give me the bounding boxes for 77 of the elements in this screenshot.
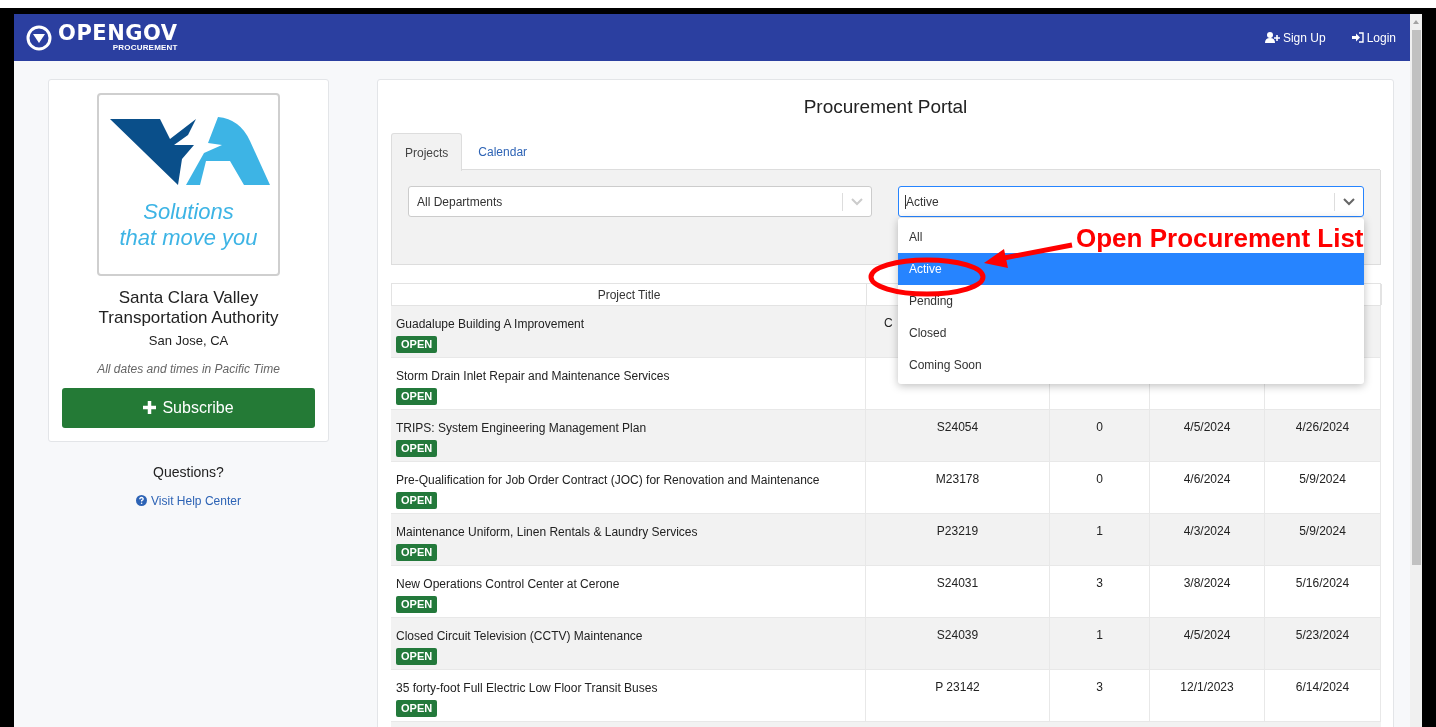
dropdown-option[interactable]: Active bbox=[898, 253, 1364, 285]
table-cell: P 23142 bbox=[935, 679, 980, 695]
status-badge: OPEN bbox=[396, 388, 438, 405]
scrollbar[interactable] bbox=[1410, 14, 1422, 727]
table-cell: 3/8/2024 bbox=[1183, 575, 1231, 591]
select-value: All Departments bbox=[417, 193, 503, 211]
dropdown-option[interactable]: Coming Soon bbox=[909, 356, 982, 374]
dropdown-option[interactable]: Pending bbox=[909, 292, 954, 310]
department-select[interactable]: All Departments bbox=[408, 186, 872, 217]
dropdown-option[interactable]: Closed bbox=[909, 324, 947, 342]
login-link[interactable]: Login bbox=[1351, 28, 1396, 47]
logo-icon bbox=[26, 24, 52, 51]
scrollbar-thumb[interactable] bbox=[1411, 30, 1421, 565]
table-cell: 12/1/2023 bbox=[1180, 679, 1234, 695]
plus-icon bbox=[143, 401, 157, 414]
sign-up-link[interactable]: Sign Up bbox=[1264, 28, 1326, 47]
help-center-link[interactable]: Visit Help Center bbox=[136, 491, 241, 510]
questions-heading: Questions? bbox=[153, 462, 224, 482]
table-cell: 5/16/2024 bbox=[1295, 575, 1350, 591]
table-cell: 3 bbox=[1096, 575, 1103, 591]
column-header[interactable]: Project Title bbox=[597, 285, 661, 304]
chevron-down-icon bbox=[1343, 197, 1355, 206]
table-cell: 1 bbox=[1096, 523, 1103, 539]
user-plus-icon bbox=[1264, 32, 1280, 43]
table-cell: M23178 bbox=[935, 471, 980, 487]
organization-name: Santa Clara Valley Transportation Authority bbox=[97, 288, 280, 328]
table-cell: 1 bbox=[1096, 627, 1103, 643]
table-cell: 0 bbox=[1096, 419, 1103, 435]
portal-title: Procurement Portal bbox=[802, 95, 969, 119]
table-cell: 5/9/2024 bbox=[1299, 471, 1346, 487]
status-select[interactable]: Active bbox=[898, 186, 1364, 217]
project-title-link[interactable]: Pre-Qualification for Job Order Contract (JOC) for Renovation and Maintenance bbox=[396, 471, 820, 489]
table-cell: 6/14/2024 bbox=[1295, 679, 1350, 695]
logo-subtitle: PROCUREMENT bbox=[112, 44, 178, 52]
tab[interactable]: Calendar bbox=[462, 133, 544, 170]
sign-in-icon bbox=[1351, 32, 1364, 43]
logo-tagline: Solutions bbox=[143, 199, 234, 225]
subscribe-button[interactable]: Subscribe bbox=[62, 387, 315, 428]
status-badge: OPEN bbox=[396, 544, 438, 561]
dropdown-option[interactable]: All bbox=[909, 228, 923, 246]
status-badge: OPEN bbox=[396, 596, 438, 613]
project-title-link[interactable]: Closed Circuit Television (CCTV) Maintenance bbox=[396, 627, 643, 645]
table-cell: 5/9/2024 bbox=[1299, 523, 1346, 539]
project-title-link[interactable]: New Operations Control Center at Cerone bbox=[396, 575, 620, 593]
select-value: Active bbox=[905, 193, 939, 211]
project-title-link[interactable]: Maintenance Uniform, Linen Rentals & Laundry Services bbox=[396, 523, 698, 541]
table-cell: 5/23/2024 bbox=[1295, 627, 1350, 643]
project-title-link[interactable]: Guadalupe Building A Improvement bbox=[396, 315, 585, 333]
table-cell: S24039 bbox=[936, 627, 979, 643]
timezone-note: All dates and times in Pacific Time bbox=[97, 360, 280, 378]
table-cell: 4/5/2024 bbox=[1183, 627, 1231, 643]
project-title-link[interactable]: 35 forty-foot Full Electric Low Floor Transit Buses bbox=[396, 679, 658, 697]
table-cell: C bbox=[884, 315, 893, 331]
status-badge: OPEN bbox=[396, 336, 438, 353]
annotation-label: Open Procurement List bbox=[1076, 223, 1364, 253]
table-cell: S24054 bbox=[936, 419, 979, 435]
help-icon bbox=[136, 495, 148, 506]
table-cell: 4/6/2024 bbox=[1183, 471, 1231, 487]
table-cell: 4/26/2024 bbox=[1295, 419, 1350, 435]
status-badge: OPEN bbox=[396, 440, 438, 457]
logo-tagline: that move you bbox=[119, 225, 258, 251]
table-cell: 0 bbox=[1096, 471, 1103, 487]
table-cell: S24031 bbox=[936, 575, 979, 591]
chevron-down-icon bbox=[851, 197, 863, 206]
project-title-link[interactable]: Storm Drain Inlet Repair and Maintenance Services bbox=[396, 367, 670, 385]
table-cell: P23219 bbox=[936, 523, 979, 539]
status-badge: OPEN bbox=[396, 492, 438, 509]
scroll-up-icon[interactable] bbox=[1412, 18, 1420, 26]
tab[interactable]: Projects bbox=[391, 133, 463, 171]
table-cell: 4/5/2024 bbox=[1183, 419, 1231, 435]
table-cell: 4/3/2024 bbox=[1183, 523, 1231, 539]
status-badge: OPEN bbox=[396, 700, 438, 717]
logo-text: OPENGOV bbox=[58, 23, 178, 44]
location-text: San Jose, CA bbox=[148, 332, 229, 350]
status-badge: OPEN bbox=[396, 648, 438, 665]
project-title-link[interactable]: TRIPS: System Engineering Management Plan bbox=[396, 419, 647, 437]
table-cell: 3 bbox=[1096, 679, 1103, 695]
